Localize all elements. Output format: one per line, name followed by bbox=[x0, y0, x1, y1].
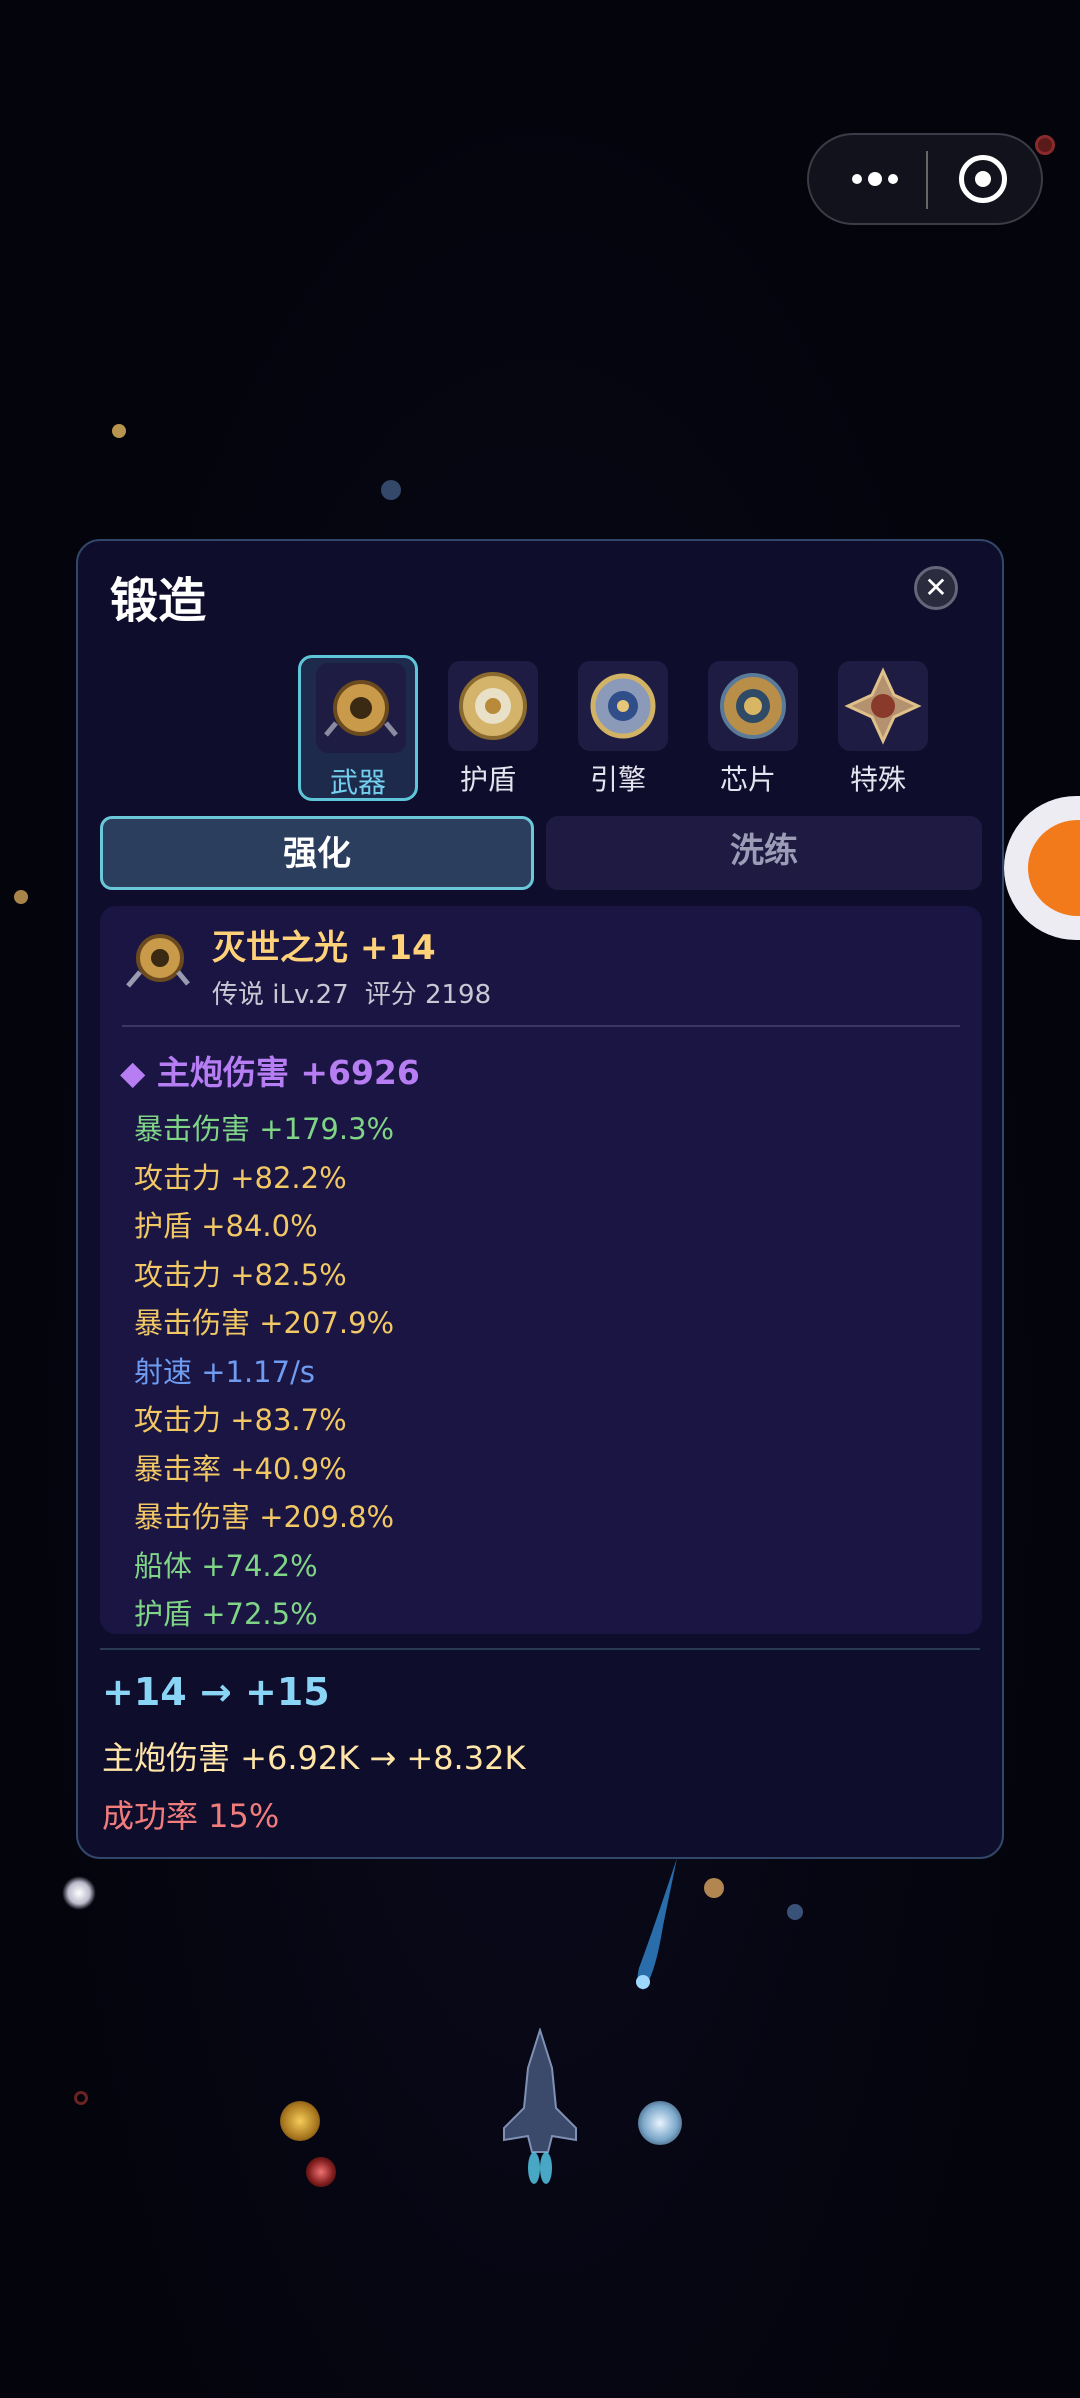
event-icon bbox=[1028, 820, 1080, 916]
star bbox=[381, 480, 401, 500]
stat-line: 暴击伤害 +179.3% bbox=[134, 1112, 395, 1146]
close-icon[interactable]: ✕ bbox=[914, 566, 958, 610]
player-spaceship bbox=[503, 2028, 577, 2184]
category-engine[interactable]: 引擎 bbox=[558, 655, 678, 801]
stat-line: 攻击力 +82.2% bbox=[134, 1160, 347, 1195]
item-meta: 传说 iLv.27 评分 2198 bbox=[212, 974, 491, 1011]
weapon-icon bbox=[316, 663, 406, 753]
category-label: 武器 bbox=[329, 766, 386, 799]
category-label: 引擎 bbox=[589, 763, 646, 796]
divider bbox=[122, 1025, 960, 1027]
star bbox=[74, 2091, 88, 2105]
capsule-divider bbox=[926, 151, 928, 209]
stat-line: 暴击率 +40.9% bbox=[134, 1451, 347, 1486]
stat-line: 暴击伤害 +209.8% bbox=[134, 1500, 395, 1534]
item-rarity-level: 传说 iLv.27 bbox=[212, 980, 349, 1010]
category-special[interactable]: 特殊 bbox=[818, 655, 938, 801]
star bbox=[14, 890, 28, 904]
category-selector: 武器 护盾 引擎 芯片 特殊 bbox=[218, 655, 928, 803]
shield-icon bbox=[448, 661, 538, 751]
weapon-icon bbox=[122, 924, 194, 996]
divider bbox=[100, 1648, 980, 1650]
chip-icon bbox=[708, 661, 798, 751]
level-change: +14 → +15 bbox=[102, 1670, 330, 1714]
success-rate: 成功率 15% bbox=[102, 1797, 280, 1835]
tab-reforge[interactable]: 洗练 bbox=[546, 816, 982, 890]
category-label: 护盾 bbox=[459, 763, 516, 796]
stat-line: 射速 +1.17/s bbox=[134, 1354, 315, 1389]
special-icon bbox=[838, 661, 928, 751]
mini-program-capsule bbox=[807, 133, 1043, 225]
forge-panel: 锻造 ✕ 武器 护盾 引擎 芯片 特殊 强化 洗练 灭世之光 +14 传说 iL… bbox=[76, 539, 1004, 1859]
star bbox=[787, 1904, 803, 1920]
damage-change: 主炮伤害 +6.92K → +8.32K bbox=[102, 1739, 526, 1777]
more-dots-icon[interactable] bbox=[843, 157, 907, 201]
coin-orb bbox=[280, 2101, 320, 2141]
star bbox=[62, 1876, 96, 1910]
stat-line: 攻击力 +82.5% bbox=[134, 1257, 347, 1292]
stat-line: 护盾 +84.0% bbox=[134, 1209, 318, 1243]
stat-line: 攻击力 +83.7% bbox=[134, 1403, 347, 1437]
forge-tabs: 强化 洗练 bbox=[100, 816, 982, 892]
power-orb bbox=[638, 2101, 682, 2145]
stat-line: 船体 +74.2% bbox=[134, 1548, 318, 1583]
category-weapon[interactable]: 武器 bbox=[298, 655, 418, 801]
star bbox=[704, 1878, 724, 1898]
item-card: 灭世之光 +14 传说 iLv.27 评分 2198 ◆ 主炮伤害 +6926 暴… bbox=[100, 906, 982, 1634]
category-chip[interactable]: 芯片 bbox=[688, 655, 808, 801]
stat-line: 暴击伤害 +207.9% bbox=[134, 1306, 395, 1340]
comet bbox=[636, 1858, 677, 1990]
category-label: 芯片 bbox=[719, 763, 776, 796]
item-score: 评分 2198 bbox=[364, 980, 492, 1010]
stat-line: 护盾 +72.5% bbox=[134, 1597, 318, 1631]
category-shield[interactable]: 护盾 bbox=[428, 655, 548, 801]
star bbox=[1035, 135, 1055, 155]
engine-icon bbox=[578, 661, 668, 751]
main-stat: ◆ 主炮伤害 +6926 bbox=[120, 1053, 420, 1092]
item-name: 灭世之光 +14 bbox=[212, 928, 436, 968]
star bbox=[112, 424, 126, 438]
target-icon[interactable] bbox=[959, 155, 1007, 203]
tab-enhance[interactable]: 强化 bbox=[100, 816, 534, 890]
panel-title: 锻造 bbox=[110, 573, 207, 629]
red-orb bbox=[306, 2157, 336, 2187]
category-label: 特殊 bbox=[849, 763, 906, 796]
